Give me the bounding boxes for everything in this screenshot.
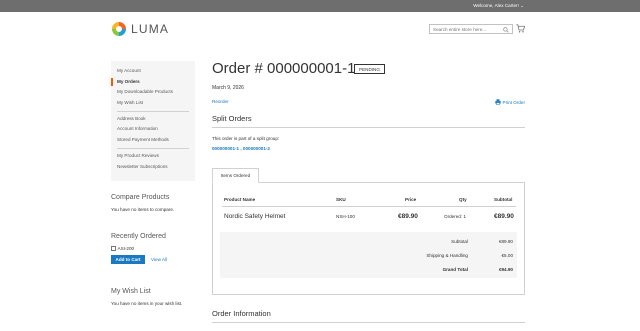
section-divider [212, 322, 525, 323]
printer-icon [494, 99, 501, 105]
status-badge: PENDING [354, 64, 385, 74]
compare-title: Compare Products [111, 194, 170, 201]
view-all-link[interactable]: View All [151, 257, 167, 262]
split-order-links[interactable]: 000000001-1 , 000000001-2 [212, 146, 270, 151]
nav-newsletter-subscriptions[interactable]: Newsletter Subscriptions [111, 162, 195, 173]
print-order-label: Print Order [502, 99, 525, 105]
nav-divider [117, 110, 189, 112]
section-divider [212, 127, 525, 128]
top-bar: Welcome, Alex Carter! ⌄ [0, 0, 640, 12]
print-order-link[interactable]: Print Order [494, 99, 525, 105]
grand-total-label: Grand Total [442, 267, 468, 272]
item-price: €89.90 [398, 213, 418, 220]
compare-block: Compare Products You have no items to co… [111, 194, 174, 212]
split-orders-title: Split Orders [212, 114, 252, 123]
shipping-label: Shipping & Handling [426, 253, 468, 258]
item-qty: Ordered: 1 [444, 214, 466, 219]
reorder-link[interactable]: Reorder [212, 99, 229, 104]
compare-empty-text: You have no items to compare. [111, 207, 175, 212]
recently-ordered-title: Recently Ordered [111, 233, 166, 240]
site-logo[interactable]: LUMA [111, 21, 169, 37]
cart-icon[interactable] [516, 24, 525, 33]
nav-address-book[interactable]: Address Book [111, 114, 195, 125]
account-nav: My Account My Orders My Downloadable Pro… [111, 61, 195, 181]
item-product-name: Nordic Safety Helmet [224, 213, 286, 220]
wishlist-empty-text: You have no items in your wish list. [111, 301, 183, 306]
logo-text: LUMA [131, 22, 170, 36]
nav-my-orders[interactable]: My Orders [111, 77, 195, 88]
shipping-value: €5.00 [501, 253, 514, 258]
nav-stored-payment-methods[interactable]: Stored Payment Methods [111, 135, 195, 146]
recently-ordered-block: Recently Ordered ASI-200 Add to Cart Vie… [111, 233, 167, 264]
recent-item-checkbox[interactable] [111, 246, 116, 251]
table-header-divider [222, 206, 516, 207]
col-sku: SKU [336, 197, 346, 202]
wishlist-title: My Wish List [111, 288, 151, 295]
recent-actions: Add to Cart View All [111, 255, 167, 264]
search-box [429, 24, 513, 34]
col-subtotal: Subtotal [494, 197, 513, 202]
nav-product-reviews[interactable]: My Product Reviews [111, 151, 195, 162]
order-date: March 9, 2026 [212, 85, 244, 91]
subtotal-value: €89.90 [498, 239, 513, 244]
welcome-menu[interactable]: Welcome, Alex Carter! ⌄ [473, 3, 524, 9]
subtotal-label: Subtotal [451, 239, 468, 244]
recent-item: ASI-200 [111, 246, 167, 251]
nav-downloadable-products[interactable]: My Downloadable Products [111, 87, 195, 98]
order-totals: Subtotal €89.90 Shipping & Handling €5.0… [220, 232, 517, 278]
nav-account-information[interactable]: Account Information [111, 124, 195, 135]
col-qty: Qty [459, 197, 467, 202]
search-icon[interactable] [503, 26, 509, 33]
order-information-title: Order Information [212, 309, 271, 318]
item-subtotal: €89.90 [494, 213, 514, 220]
grand-total-value: €94.90 [498, 267, 513, 272]
nav-divider [117, 147, 189, 149]
nav-wish-list[interactable]: My Wish List [111, 98, 195, 109]
item-sku: NSH-100 [336, 214, 355, 219]
split-orders-text: This order is part of a split group: [212, 136, 280, 141]
luma-logo-icon [112, 22, 126, 36]
search-input[interactable] [433, 26, 501, 32]
nav-my-account[interactable]: My Account [111, 66, 195, 77]
page-title: Order # 000000001-1 [212, 60, 356, 77]
wishlist-block: My Wish List You have no items in your w… [111, 288, 182, 306]
add-to-cart-button[interactable]: Add to Cart [111, 255, 146, 264]
tab-items-ordered[interactable]: Items Ordered [212, 168, 259, 183]
recent-item-label[interactable]: ASI-200 [118, 246, 135, 251]
col-product-name: Product Name [224, 197, 256, 202]
col-price: Price [405, 197, 417, 202]
